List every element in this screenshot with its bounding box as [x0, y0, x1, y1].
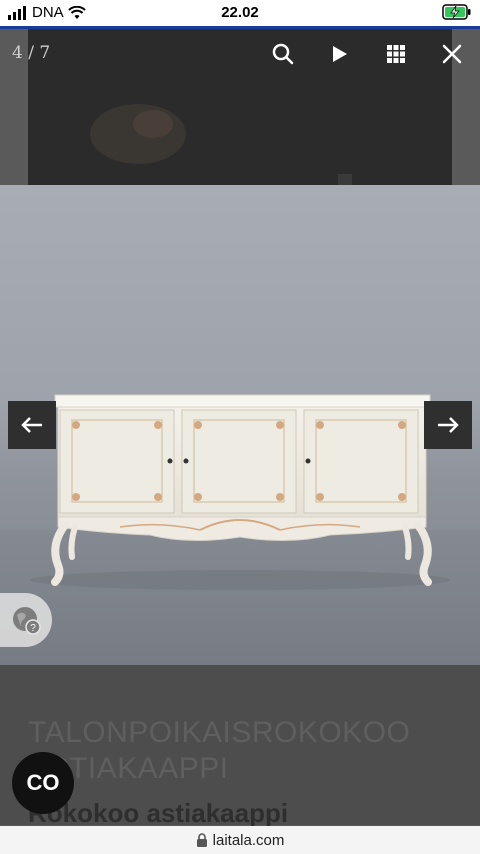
address-bar[interactable]: laitala.com [0, 826, 480, 854]
url-text: laitala.com [212, 831, 285, 849]
search-icon[interactable] [270, 41, 296, 67]
product-title: TALONPOIKAISROKOKOO ASTIAKAAPPI [28, 716, 411, 785]
clock: 22.02 [221, 4, 259, 21]
arrow-right-icon [438, 417, 459, 433]
chat-button[interactable]: CO [12, 752, 74, 814]
gallery-toolbar: 4 / 7 [0, 29, 480, 79]
next-image-button[interactable] [424, 401, 472, 449]
battery-charging-icon [442, 4, 471, 20]
chat-button-label: CO [26, 770, 60, 795]
image-counter: 4 / 7 [12, 43, 51, 63]
status-bar: DNA 22.02 [0, 0, 480, 26]
sideboard-illustration [30, 394, 450, 590]
lock-icon [196, 833, 207, 847]
arrow-left-icon [21, 417, 42, 433]
grid-icon[interactable] [383, 41, 409, 67]
translate-button[interactable]: ? [0, 593, 52, 647]
svg-text:?: ? [30, 623, 36, 634]
globe-help-icon: ? [13, 607, 41, 635]
product-subtitle: Rokokoo astiakaappi [28, 798, 289, 828]
play-icon[interactable] [326, 41, 352, 67]
product-image[interactable] [0, 185, 480, 665]
status-right [442, 4, 472, 20]
close-icon[interactable] [439, 41, 465, 67]
previous-image-button[interactable] [8, 401, 56, 449]
